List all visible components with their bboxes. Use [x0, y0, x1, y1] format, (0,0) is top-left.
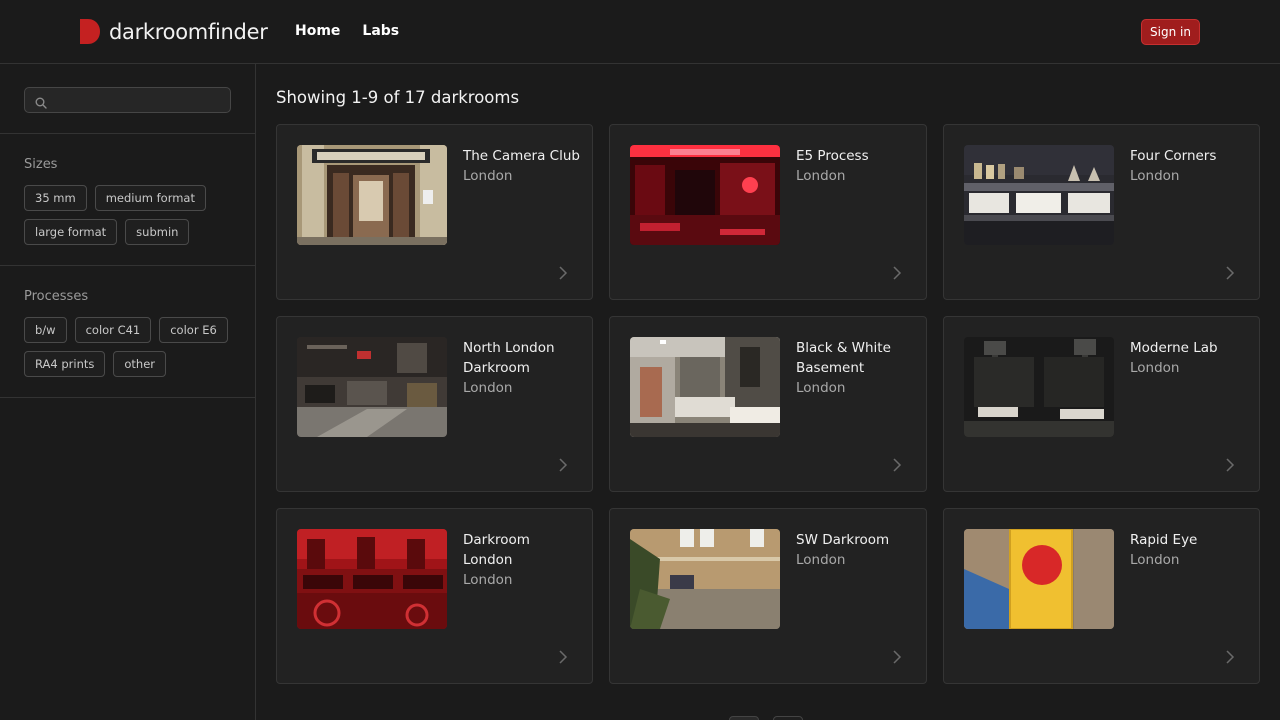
search-icon [35, 94, 47, 109]
darkroom-photo [630, 529, 780, 629]
sizes-chips: 35 mm medium format large format submin [24, 185, 231, 245]
processes-filter: Processes b/w color C41 color E6 RA4 pri… [0, 266, 255, 398]
process-chip-other[interactable]: other [113, 351, 167, 377]
darkroom-card[interactable]: Moderne Lab London [943, 316, 1260, 492]
darkroom-name: Rapid Eye [1130, 532, 1198, 548]
size-chip-medium-format[interactable]: medium format [94, 185, 206, 211]
darkroom-city: London [796, 552, 846, 568]
darkroom-city: London [796, 168, 846, 184]
darkroom-title: E5 Process London [796, 146, 916, 186]
process-chip-c41[interactable]: color C41 [74, 317, 152, 343]
chevron-right-icon [892, 649, 902, 664]
darkroom-card[interactable]: SW Darkroom London [609, 508, 927, 684]
darkroom-name: Black & White Basement [796, 340, 891, 376]
darkroom-card[interactable]: Rapid Eye London [943, 508, 1260, 684]
nav-labs-link[interactable]: Labs [362, 23, 399, 39]
darkroom-photo [630, 337, 780, 437]
darkroom-title: North London Darkroom London [463, 338, 583, 398]
chevron-right-icon [892, 457, 902, 472]
darkroom-card[interactable]: Darkroom London London [276, 508, 593, 684]
darkroom-grid: The Camera Club London E5 Process London… [276, 124, 1260, 684]
processes-chips: b/w color C41 color E6 RA4 prints other [24, 317, 231, 377]
darkroom-title: Four Corners London [1130, 146, 1250, 186]
darkroom-photo [297, 529, 447, 629]
sign-in-button[interactable]: Sign in [1141, 19, 1200, 45]
darkroom-card[interactable]: The Camera Club London [276, 124, 593, 300]
darkroom-photo [964, 529, 1114, 629]
darkroom-photo [297, 145, 447, 245]
darkroom-city: London [463, 380, 513, 396]
darkroom-title: Rapid Eye London [1130, 530, 1250, 570]
darkroom-name: North London Darkroom [463, 340, 555, 376]
search-box[interactable] [24, 87, 231, 113]
chevron-right-icon [558, 649, 568, 664]
darkroom-card[interactable]: E5 Process London [609, 124, 927, 300]
darkroom-name: E5 Process [796, 148, 869, 164]
size-chip-large-format[interactable]: large format [24, 219, 118, 245]
chevron-right-icon [1225, 265, 1235, 280]
search-input[interactable] [55, 90, 225, 110]
darkroom-city: London [463, 168, 513, 184]
darkroom-city: London [1130, 168, 1180, 184]
darkroom-title: The Camera Club London [463, 146, 583, 186]
darkroom-title: Moderne Lab London [1130, 338, 1250, 378]
darkroom-name: Four Corners [1130, 148, 1217, 164]
process-chip-e6[interactable]: color E6 [159, 317, 228, 343]
darkroom-city: London [796, 380, 846, 396]
darkroom-card[interactable]: Four Corners London [943, 124, 1260, 300]
brand-name: darkroomfinder [109, 19, 268, 44]
chevron-right-icon [558, 457, 568, 472]
chevron-right-icon [1225, 649, 1235, 664]
size-chip-submin[interactable]: submin [125, 219, 190, 245]
logo-icon [80, 19, 100, 44]
darkroom-title: Black & White Basement London [796, 338, 916, 398]
darkroom-photo [964, 337, 1114, 437]
page-button[interactable] [729, 716, 759, 720]
chevron-right-icon [1225, 457, 1235, 472]
darkroom-photo [964, 145, 1114, 245]
darkroom-name: SW Darkroom [796, 532, 890, 548]
pagination [729, 716, 803, 720]
darkroom-name: Moderne Lab [1130, 340, 1218, 356]
main-nav: Home Labs [295, 23, 399, 39]
darkroom-card[interactable]: North London Darkroom London [276, 316, 593, 492]
results-title: Showing 1-9 of 17 darkrooms [276, 88, 520, 107]
page-button[interactable] [773, 716, 803, 720]
darkroom-title: Darkroom London London [463, 530, 583, 590]
process-chip-bw[interactable]: b/w [24, 317, 67, 343]
chevron-right-icon [558, 265, 568, 280]
darkroom-name: The Camera Club [463, 148, 580, 164]
darkroom-photo [630, 145, 780, 245]
darkroom-city: London [1130, 552, 1180, 568]
darkroom-city: London [463, 572, 513, 588]
sizes-filter: Sizes 35 mm medium format large format s… [0, 134, 255, 266]
darkroom-title: SW Darkroom London [796, 530, 916, 570]
chevron-right-icon [892, 265, 902, 280]
filter-sidebar: Sizes 35 mm medium format large format s… [0, 64, 256, 720]
darkroom-city: London [1130, 360, 1180, 376]
processes-title: Processes [24, 289, 89, 304]
darkroom-card[interactable]: Black & White Basement London [609, 316, 927, 492]
logo[interactable]: darkroomfinder [80, 19, 268, 44]
size-chip-35mm[interactable]: 35 mm [24, 185, 87, 211]
results-main: Showing 1-9 of 17 darkrooms The Camera C… [256, 64, 1280, 720]
top-bar: darkroomfinder Home Labs Sign in [0, 0, 1280, 64]
sizes-title: Sizes [24, 157, 58, 172]
search-section [0, 64, 255, 134]
nav-home-link[interactable]: Home [295, 23, 340, 39]
process-chip-ra4[interactable]: RA4 prints [24, 351, 106, 377]
darkroom-name: Darkroom London [463, 532, 530, 568]
darkroom-photo [297, 337, 447, 437]
